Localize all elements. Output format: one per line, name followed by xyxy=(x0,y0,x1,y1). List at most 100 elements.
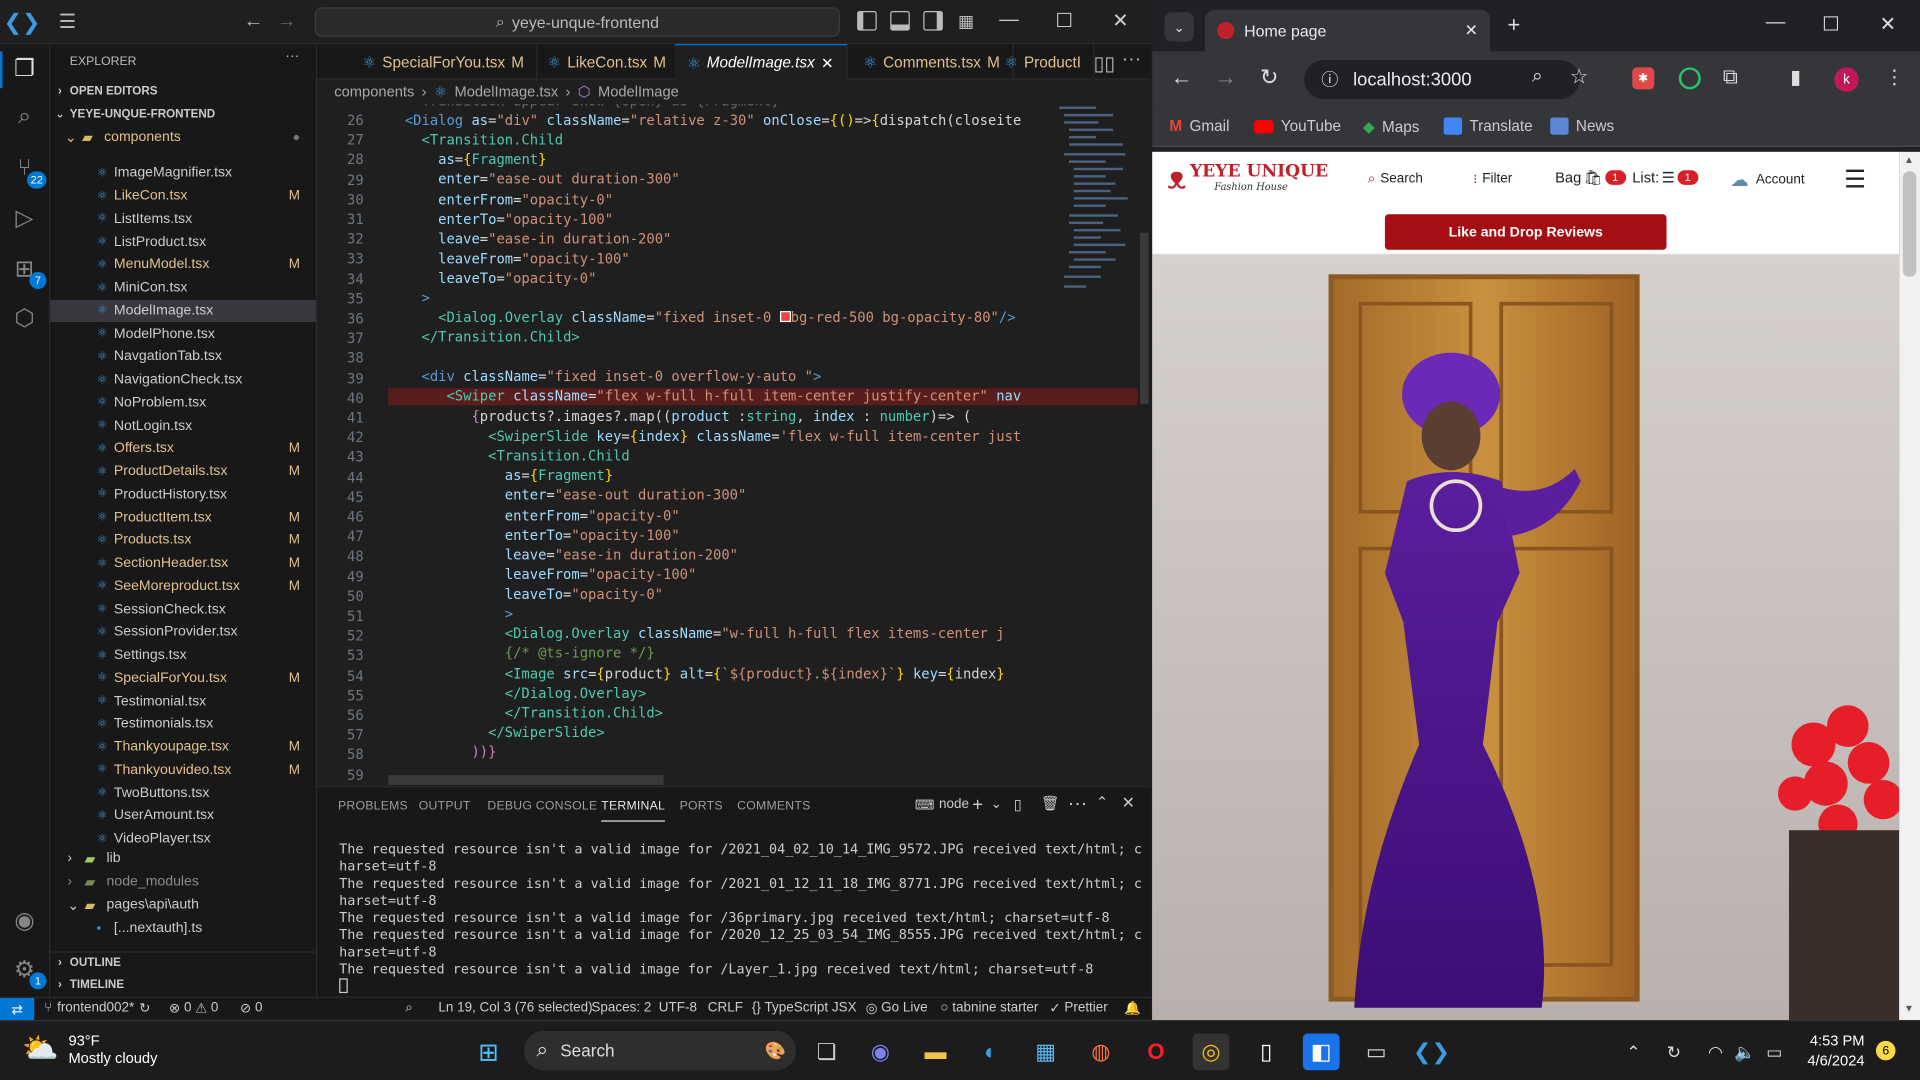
notification-badge[interactable]: 6 xyxy=(1875,1040,1896,1061)
chevron-up-icon[interactable]: ⌃ xyxy=(1615,1033,1652,1070)
battery-icon[interactable]: ▭ xyxy=(1756,1033,1793,1070)
ports-indicator[interactable]: ⊘ 0 xyxy=(240,1000,262,1016)
tab-search-icon[interactable]: ⌄ xyxy=(1164,12,1194,42)
weather-widget[interactable]: ⛅ 93°F Mostly cloudy xyxy=(22,1031,157,1067)
toggle-panel-icon[interactable] xyxy=(890,11,910,31)
zoom-icon[interactable]: ⌕ xyxy=(1532,66,1543,88)
extensions-puzzle-icon[interactable]: ⧉ xyxy=(1723,65,1738,89)
project-section[interactable]: ⌄ YEYE-UNQUE-FRONTEND xyxy=(50,103,316,126)
editor-tab[interactable]: ⚛ ModelImage.tsx ✕ xyxy=(674,44,848,80)
problems-indicator[interactable]: ⊗ 0 ⚠ 0 xyxy=(169,1000,218,1016)
editor-tab[interactable]: ⚛ Comments.tsx M xyxy=(851,44,1014,80)
file-explorer-icon[interactable]: ▬ xyxy=(917,1033,954,1070)
clock[interactable]: 4:53 PM 4/6/2024 xyxy=(1807,1031,1864,1070)
file-nextauth[interactable]: ▪ [...nextauth].ts xyxy=(50,917,316,940)
file-item[interactable]: ⚛ UserAmount.tsx xyxy=(50,804,316,827)
extension-icon[interactable]: ✱ xyxy=(1632,67,1655,90)
file-item[interactable]: ⚛ ProductItem.tsx M xyxy=(50,506,316,529)
panel-tab[interactable]: PORTS xyxy=(680,800,723,813)
tab-home-page[interactable]: Home page ✕ xyxy=(1204,9,1491,52)
editor-scrollbar[interactable] xyxy=(1137,104,1152,787)
profile-avatar[interactable]: k xyxy=(1834,67,1859,92)
panel-tab[interactable]: TERMINAL xyxy=(601,800,666,822)
forward-arrow-icon[interactable]: → xyxy=(1215,65,1237,91)
eol[interactable]: CRLF xyxy=(708,1000,743,1015)
new-terminal-plus-icon[interactable]: + xyxy=(972,795,983,816)
terminal-selector[interactable]: ⌨ node xyxy=(915,797,969,813)
prettier[interactable]: ✓ Prettier xyxy=(1049,1000,1107,1016)
chrome-icon[interactable]: ◎ xyxy=(1192,1033,1230,1071)
tabnine[interactable]: ○ tabnine starter xyxy=(940,1000,1038,1015)
source-control-icon[interactable]: ⑂ 22 xyxy=(7,152,47,189)
maximize-icon[interactable]: ☐ xyxy=(1822,12,1840,36)
remote-icon[interactable]: ⇄ xyxy=(0,997,35,1021)
file-item[interactable]: ⚛ Testimonial.tsx xyxy=(50,690,316,713)
back-arrow-icon[interactable]: ← xyxy=(1171,65,1193,91)
nav-bag[interactable]: Bag 🛍 1 xyxy=(1555,169,1626,186)
minimize-icon[interactable]: — xyxy=(1766,12,1786,34)
bookmark-gmail[interactable]: M Gmail xyxy=(1169,118,1229,135)
vscode-icon[interactable]: ❮❯ xyxy=(1413,1033,1450,1070)
forward-arrow-icon[interactable]: → xyxy=(274,10,298,34)
site-logo[interactable]: ᴥ YEYE UNIQUE Fashion House xyxy=(1167,162,1328,194)
store-icon[interactable]: ▦ xyxy=(1027,1033,1064,1070)
maximize-icon[interactable]: ☐ xyxy=(1053,10,1075,32)
folder-components[interactable]: ⌄ ▰ components ● xyxy=(50,126,316,149)
chat-icon[interactable]: ◉ xyxy=(862,1033,899,1070)
close-tab-icon[interactable]: ✕ xyxy=(821,53,834,71)
close-panel-icon[interactable]: ✕ xyxy=(1122,793,1135,813)
hamburger-menu-icon[interactable]: ☰ xyxy=(1844,164,1866,195)
bookmark-star-icon[interactable]: ☆ xyxy=(1570,65,1589,89)
file-item[interactable]: ⚛ VideoPlayer.tsx xyxy=(50,827,316,850)
horizontal-scrollbar[interactable] xyxy=(388,775,664,785)
file-item[interactable]: ⚛ ModelPhone.tsx xyxy=(50,322,316,345)
editor-tab[interactable]: ⚛ ProductI xyxy=(992,44,1095,80)
run-debug-icon[interactable]: ▷ xyxy=(7,201,41,235)
more-actions-icon[interactable]: ··· xyxy=(1122,49,1142,71)
settings-gear-icon[interactable]: ⚙ 1 xyxy=(7,953,47,990)
file-item[interactable]: ⚛ ModelImage.tsx xyxy=(50,299,316,323)
like-drop-reviews-button[interactable]: Like and Drop Reviews xyxy=(1384,214,1667,250)
close-tab-icon[interactable]: ✕ xyxy=(1465,21,1478,41)
branch-indicator[interactable]: ⑂ frontend002* ↻ xyxy=(44,1000,150,1016)
breadcrumb-symbol[interactable]: ModelImage xyxy=(598,83,679,100)
bookmark-maps[interactable]: ◆ Maps xyxy=(1363,118,1420,136)
taskbar-search[interactable]: ⌕ Search 🎨 xyxy=(524,1031,796,1071)
chevron-up-icon[interactable]: ⌃ xyxy=(1096,793,1108,810)
close-icon[interactable]: ✕ xyxy=(1109,10,1131,32)
file-item[interactable]: ⚛ SessionProvider.tsx xyxy=(50,621,316,644)
nav-search[interactable]: ⌕ Search xyxy=(1368,171,1423,187)
file-item[interactable]: ⚛ Settings.tsx xyxy=(50,644,316,667)
folder-lib[interactable]: › ▰ lib xyxy=(50,847,316,870)
timeline-section[interactable]: › TIMELINE xyxy=(50,973,316,996)
file-item[interactable]: ⚛ NavigationCheck.tsx xyxy=(50,368,316,391)
close-icon[interactable]: ✕ xyxy=(1880,12,1896,36)
hero-image[interactable] xyxy=(1152,254,1900,1021)
panel-tab[interactable]: COMMENTS xyxy=(737,800,810,813)
file-item[interactable]: ⚛ TwoButtons.tsx xyxy=(50,782,316,805)
kebab-menu-icon[interactable]: ⋮ xyxy=(1885,65,1905,89)
file-item[interactable]: ⚛ ProductDetails.tsx M xyxy=(50,460,316,483)
notepad-icon[interactable]: ▯ xyxy=(1248,1033,1285,1070)
page-scrollbar[interactable]: ▲ ▼ xyxy=(1899,151,1920,1021)
editor-tab[interactable]: ⚛ SpecialForYou.tsx M xyxy=(350,44,538,80)
panel-tab[interactable]: OUTPUT xyxy=(419,800,471,813)
file-item[interactable]: ⚛ NavgationTab.tsx xyxy=(50,345,316,368)
file-item[interactable]: ⚛ ListProduct.tsx xyxy=(50,231,316,254)
encoding[interactable]: UTF-8 xyxy=(659,1000,697,1015)
new-tab-plus-icon[interactable]: + xyxy=(1507,12,1520,38)
menu-icon[interactable]: ☰ xyxy=(55,10,79,34)
scroll-up-icon[interactable]: ▲ xyxy=(1904,154,1914,165)
file-item[interactable]: ⚛ SpecialForYou.tsx M xyxy=(50,667,316,690)
customize-layout-icon[interactable]: ▦ xyxy=(955,10,977,32)
trash-icon[interactable]: 🗑 xyxy=(1041,795,1060,812)
command-center-search[interactable]: ⌕ yeye-unque-frontend xyxy=(314,7,841,37)
breadcrumb-file[interactable]: ModelImage.tsx xyxy=(454,83,558,100)
file-item[interactable]: ⚛ SeeMoreproduct.tsx M xyxy=(50,575,316,598)
bookmark-youtube[interactable]: YouTube xyxy=(1253,118,1341,135)
file-item[interactable]: ⚛ ProductHistory.tsx xyxy=(50,483,316,506)
breadcrumb-folder[interactable]: components xyxy=(334,83,414,100)
more-actions-icon[interactable]: ··· xyxy=(1068,793,1088,815)
file-item[interactable]: ⚛ Thankyouvideo.tsx M xyxy=(50,759,316,782)
nav-list[interactable]: List: ☰ 1 xyxy=(1632,169,1699,186)
